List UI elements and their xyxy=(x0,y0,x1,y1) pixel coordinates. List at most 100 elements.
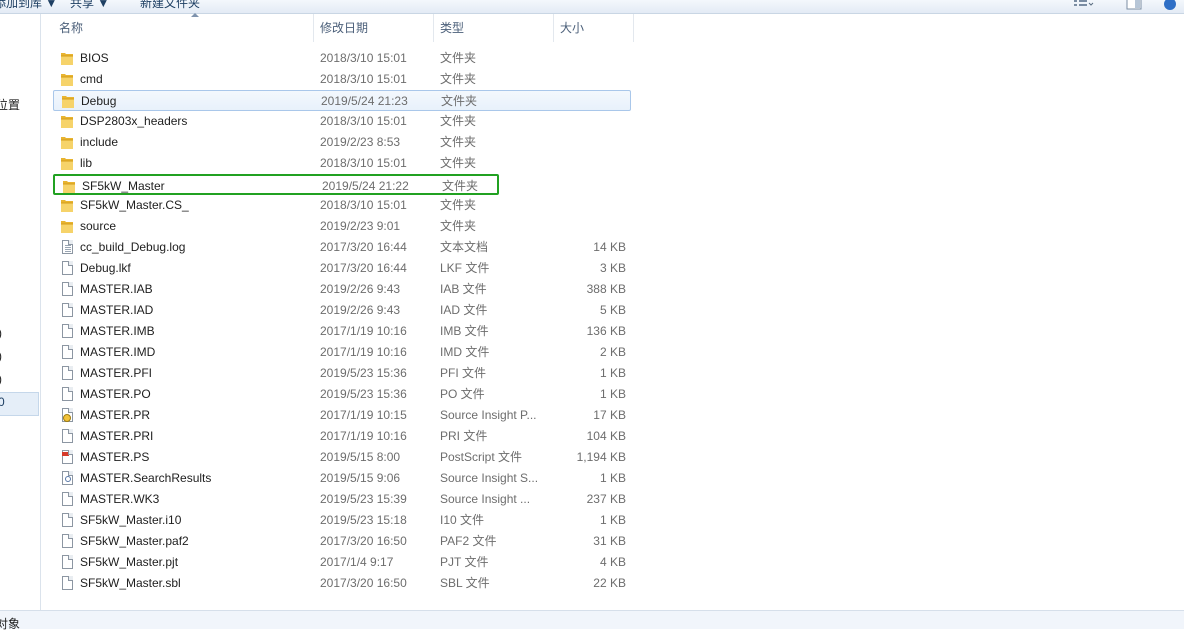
nav-item[interactable]: ) xyxy=(0,349,2,363)
file-name: MASTER.PO xyxy=(80,387,151,401)
file-row[interactable]: MASTER.PS 2019/5/15 8:00 PostScript 文件 1,19… xyxy=(53,447,631,468)
file-row[interactable]: MASTER.WK3 2019/5/23 15:39 Source Insight … xyxy=(53,489,631,510)
nav-item-selected[interactable] xyxy=(0,392,39,416)
file-row[interactable]: MASTER.IMB 2017/1/19 10:16 IMB 文件 136 KB xyxy=(53,321,631,342)
file-icon xyxy=(60,282,74,297)
file-size: 1 KB xyxy=(599,387,626,401)
nav-item[interactable]: ) xyxy=(0,372,2,386)
file-modified-date: 2017/1/19 10:16 xyxy=(320,324,407,338)
nav-item-selected-label: 0 xyxy=(0,395,5,409)
file-icon xyxy=(60,387,74,402)
file-row[interactable]: Debug 2019/5/24 21:23 文件夹 xyxy=(53,90,631,111)
column-header-bar: 名称 修改日期 类型 大小 xyxy=(41,13,1184,42)
file-row[interactable]: SF5kW_Master 2019/5/24 21:22 文件夹 xyxy=(53,174,499,195)
file-row[interactable]: cc_build_Debug.log 2017/3/20 16:44 文本文档 14 … xyxy=(53,237,631,258)
file-name: MASTER.PR xyxy=(80,408,151,422)
file-row[interactable]: MASTER.IMD 2017/1/19 10:16 IMD 文件 2 KB xyxy=(53,342,631,363)
folder-icon xyxy=(61,94,75,109)
folder-icon xyxy=(60,156,74,171)
file-icon xyxy=(60,555,74,570)
file-size: 2 KB xyxy=(599,345,626,359)
column-header-name-label: 名称 xyxy=(59,21,84,35)
file-modified-date: 2018/3/10 15:01 xyxy=(320,156,407,170)
file-modified-date: 2019/2/23 9:01 xyxy=(320,219,401,233)
file-type: 文件夹 xyxy=(440,51,477,65)
file-type: PO 文件 xyxy=(440,387,485,401)
file-row[interactable]: lib 2018/3/10 15:01 文件夹 xyxy=(53,153,631,174)
file-icon xyxy=(60,303,74,318)
column-header-type[interactable]: 类型 xyxy=(434,14,554,42)
file-row[interactable]: SF5kW_Master.CS_ 2018/3/10 15:01 文件夹 xyxy=(53,195,631,216)
file-row[interactable]: MASTER.IAB 2019/2/26 9:43 IAB 文件 388 KB xyxy=(53,279,631,300)
preview-pane-icon[interactable] xyxy=(1126,0,1142,13)
file-modified-date: 2017/3/20 16:44 xyxy=(320,240,407,254)
file-icon xyxy=(60,261,74,276)
file-row[interactable]: SF5kW_Master.sbl 2017/3/20 16:50 SBL 文件 22 … xyxy=(53,573,631,594)
postscript-file-icon xyxy=(60,450,74,465)
toolbar-new-folder[interactable]: 新建文件夹 xyxy=(140,0,200,11)
file-modified-date: 2019/2/26 9:43 xyxy=(320,303,401,317)
file-icon xyxy=(60,345,74,360)
file-name: Debug xyxy=(81,94,117,108)
file-size: 31 KB xyxy=(593,534,626,548)
file-type: PostScript 文件 xyxy=(440,450,523,464)
nav-item[interactable]: ) xyxy=(0,326,2,340)
file-name: MASTER.IMD xyxy=(80,345,156,359)
file-modified-date: 2017/1/19 10:15 xyxy=(320,408,407,422)
file-modified-date: 2019/5/15 9:06 xyxy=(320,471,401,485)
view-options-icon[interactable] xyxy=(1072,0,1094,13)
file-modified-date: 2018/3/10 15:01 xyxy=(320,51,407,65)
folder-icon xyxy=(60,198,74,213)
file-row[interactable]: SF5kW_Master.pjt 2017/1/4 9:17 PJT 文件 4 KB xyxy=(53,552,631,573)
file-row[interactable]: DSP2803x_headers 2018/3/10 15:01 文件夹 xyxy=(53,111,631,132)
file-name: SF5kW_Master.pjt xyxy=(80,555,179,569)
file-row[interactable]: BIOS 2018/3/10 15:01 文件夹 xyxy=(53,48,631,69)
file-row[interactable]: cmd 2018/3/10 15:01 文件夹 xyxy=(53,69,631,90)
file-row[interactable]: MASTER.SearchResults 2019/5/15 9:06 Source… xyxy=(53,468,631,489)
file-type: Source Insight S... xyxy=(440,471,539,485)
file-size: 3 KB xyxy=(599,261,626,275)
file-row[interactable]: MASTER.PO 2019/5/23 15:36 PO 文件 1 KB xyxy=(53,384,631,405)
file-name: MASTER.WK3 xyxy=(80,492,160,506)
column-header-name[interactable]: 名称 xyxy=(53,13,314,42)
file-name: DSP2803x_headers xyxy=(80,114,188,128)
file-modified-date: 2017/1/19 10:16 xyxy=(320,429,407,443)
file-size: 5 KB xyxy=(599,303,626,317)
file-row[interactable]: SF5kW_Master.paf2 2017/3/20 16:50 PAF2 文件 3… xyxy=(53,531,631,552)
file-row[interactable]: source 2019/2/23 9:01 文件夹 xyxy=(53,216,631,237)
file-size: 1,194 KB xyxy=(576,450,626,464)
file-row[interactable]: MASTER.IAD 2019/2/26 9:43 IAD 文件 5 KB xyxy=(53,300,631,321)
file-name: SF5kW_Master.i10 xyxy=(80,513,182,527)
file-row[interactable]: include 2019/2/23 8:53 文件夹 xyxy=(53,132,631,153)
file-size: 22 KB xyxy=(593,576,626,590)
file-name: cc_build_Debug.log xyxy=(80,240,186,254)
file-type: 文件夹 xyxy=(440,156,477,170)
file-modified-date: 2019/5/15 8:00 xyxy=(320,450,401,464)
help-icon[interactable] xyxy=(1163,0,1177,13)
file-type: SBL 文件 xyxy=(440,576,490,590)
file-row[interactable]: MASTER.PRI 2017/1/19 10:16 PRI 文件 104 KB xyxy=(53,426,631,447)
file-name: SF5kW_Master.CS_ xyxy=(80,198,189,212)
file-row[interactable]: MASTER.PR 2017/1/19 10:15 Source Insight P… xyxy=(53,405,631,426)
file-modified-date: 2019/5/24 21:22 xyxy=(322,179,409,193)
file-name: MASTER.SearchResults xyxy=(80,471,212,485)
nav-item-location[interactable]: 位置 xyxy=(0,96,20,113)
file-type: 文件夹 xyxy=(440,135,477,149)
file-row[interactable]: MASTER.PFI 2019/5/23 15:36 PFI 文件 1 KB xyxy=(53,363,631,384)
file-row[interactable]: SF5kW_Master.i10 2019/5/23 15:18 I10 文件 1 K… xyxy=(53,510,631,531)
file-name: cmd xyxy=(80,72,103,86)
status-bar: 对象 xyxy=(0,610,1184,631)
file-modified-date: 2019/5/23 15:36 xyxy=(320,366,407,380)
file-size: 17 KB xyxy=(593,408,626,422)
toolbar-add-to-library[interactable]: 添加到库 ▼ xyxy=(0,0,57,11)
file-type: IMB 文件 xyxy=(440,324,489,338)
file-modified-date: 2019/5/23 15:39 xyxy=(320,492,407,506)
file-type: 文本文档 xyxy=(440,240,489,254)
file-name: SF5kW_Master.sbl xyxy=(80,576,181,590)
toolbar-share[interactable]: 共享 ▼ xyxy=(70,0,109,11)
column-header-size[interactable]: 大小 xyxy=(554,14,634,42)
file-type: 文件夹 xyxy=(441,94,478,108)
file-row[interactable]: Debug.lkf 2017/3/20 16:44 LKF 文件 3 KB xyxy=(53,258,631,279)
column-header-date[interactable]: 修改日期 xyxy=(314,14,434,42)
file-icon xyxy=(60,534,74,549)
